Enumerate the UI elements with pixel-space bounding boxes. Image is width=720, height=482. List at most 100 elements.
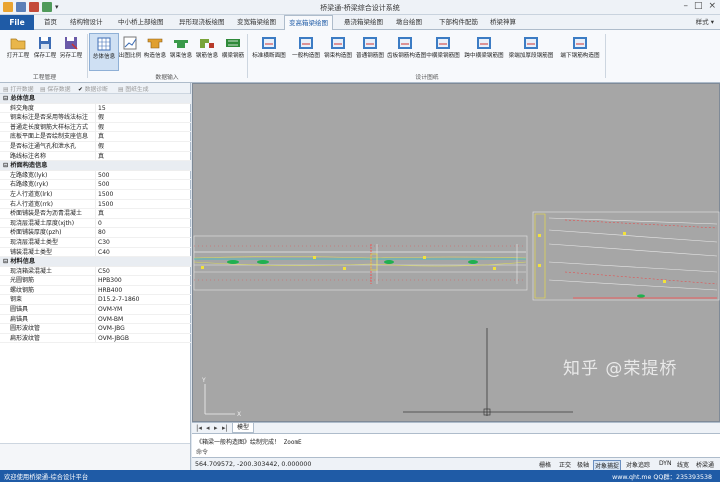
command-window[interactable]: 《箱梁一般构造图》绘制完成！ ZoomE 命令 (192, 433, 720, 457)
property-value[interactable]: D15.2-7-1860 (96, 295, 139, 304)
open-project-button[interactable]: 打开工程 (3, 33, 33, 71)
property-category[interactable]: ⊟ 桥面构造信息 (0, 161, 191, 171)
property-key: 圆锚具 (0, 305, 96, 314)
data-check-button[interactable]: ✔ 数据诊断 (78, 84, 108, 93)
tab-small-bridge[interactable]: 中小桥上部绘图 (114, 15, 168, 30)
property-value[interactable]: 真 (96, 132, 104, 141)
property-value[interactable]: 80 (96, 228, 106, 237)
save-as-project-button[interactable]: 另存工程 (56, 33, 86, 71)
property-row[interactable]: 桥面铺装厚度(pzh) 80 (0, 228, 191, 238)
property-row[interactable]: 底板平面上是否绘制支座信息真 (0, 132, 191, 142)
property-value[interactable]: 真 (96, 152, 104, 161)
save-data-button[interactable]: ▤ 保存数据 (40, 84, 71, 93)
property-value[interactable]: C30 (96, 238, 110, 247)
property-value[interactable]: 1500 (96, 190, 113, 199)
property-value[interactable]: 500 (96, 180, 109, 189)
property-value[interactable]: 假 (96, 113, 104, 122)
property-value[interactable]: C50 (96, 267, 110, 276)
property-value[interactable]: HPB300 (96, 276, 122, 285)
minimize-icon[interactable]: – (683, 1, 688, 11)
tab-model[interactable]: 模型 (232, 423, 255, 433)
tab-special-slab[interactable]: 异形现浇板绘图 (175, 15, 229, 30)
maximize-icon[interactable]: □ (694, 1, 703, 11)
property-row[interactable]: 右人行道宽(rrk) 1500 (0, 199, 191, 210)
tab-bridge-calc[interactable]: 桥梁神算 (486, 15, 520, 30)
property-row[interactable]: 圆形波纹管 OVM-JBG (0, 324, 191, 334)
property-row[interactable]: 现浇层混凝土厚度(xjth) 0 (0, 218, 191, 229)
lineweight-toggle[interactable]: 线宽 (676, 460, 690, 469)
property-row[interactable]: 扁锚具 OVM-BM (0, 314, 191, 325)
tab-variable-height[interactable]: 变高箱梁绘图 (284, 15, 333, 30)
open-data-button[interactable]: ▤ 打开数据 (3, 84, 34, 93)
tab-cantilever[interactable]: 悬浇箱梁绘图 (340, 15, 387, 30)
dyn-toggle[interactable]: DYN (658, 460, 672, 467)
last-tab-icon[interactable]: ▸| (222, 424, 228, 432)
property-value[interactable]: HRB400 (96, 286, 122, 295)
standard-section-drawing-button[interactable]: 标准横断面图 (251, 33, 287, 71)
property-row[interactable]: 左人行道宽(lrk) 1500 (0, 189, 191, 200)
rebar-drawing-button[interactable]: 普通钢筋图 (354, 33, 386, 71)
property-row[interactable]: 圆锚具 OVM-YM (0, 305, 191, 315)
property-value[interactable]: 0 (96, 219, 102, 228)
grid-toggle[interactable]: 栅格 (538, 460, 552, 469)
property-value[interactable]: OVM-JBGB (96, 334, 129, 343)
property-value[interactable]: OVM-BM (96, 315, 123, 324)
property-value[interactable]: 真 (96, 209, 104, 218)
property-row[interactable]: 钢束标注是否采用等线法标注假 (0, 113, 191, 123)
ortho-toggle[interactable]: 正交 (558, 460, 572, 469)
prev-tab-icon[interactable]: ◂ (206, 424, 210, 432)
property-row[interactable]: 斜交角度 15 (0, 103, 191, 114)
status-contact: www.qht.me QQ群：235393538 (612, 474, 712, 481)
crossbeam-rebar-button[interactable]: 横梁钢筋 (218, 33, 248, 71)
tab-pier-abutment[interactable]: 墩台绘图 (392, 15, 426, 30)
polar-toggle[interactable]: 极轴 (576, 460, 590, 469)
property-row[interactable]: 现浇层混凝土类型 C30 (0, 237, 191, 248)
property-value[interactable]: OVM-YM (96, 305, 122, 314)
mid-crossbeam-drawing-button[interactable]: 中横梁钢筋图 (425, 33, 461, 71)
beam-end-rebar-drawing-button[interactable]: 梁端加厚段钢筋图 (508, 33, 554, 71)
file-menu-button[interactable]: File (0, 15, 34, 30)
anchor-block-drawing-button[interactable]: 齿板钢筋构造图 (387, 33, 426, 71)
property-value[interactable]: OVM-JBG (96, 324, 125, 333)
command-prompt[interactable]: 命令 (196, 447, 208, 456)
property-row[interactable]: 右路缘宽(ryk) 500 (0, 180, 191, 190)
tab-substructure-rebar[interactable]: 下部构件配筋 (435, 15, 482, 30)
property-value[interactable]: 500 (96, 171, 109, 180)
property-row[interactable]: 螺纹钢筋 HRB400 (0, 285, 191, 296)
folder-icon (10, 35, 26, 51)
property-value[interactable]: 假 (96, 123, 104, 132)
property-category[interactable]: ⊟ 材料信息 (0, 257, 191, 267)
property-row[interactable]: 铺装混凝土类型 C40 (0, 247, 191, 258)
app-toggle[interactable]: 桥梁通 (695, 460, 715, 469)
generate-drawing-button[interactable]: ▤ 图纸生成 (118, 84, 149, 93)
property-row[interactable]: 左路缘宽(lyk) 500 (0, 170, 191, 181)
property-value[interactable]: 1500 (96, 200, 113, 209)
property-category[interactable]: ⊟ 总体信息 (0, 94, 191, 104)
tab-structure-design[interactable]: 结构物设计 (66, 15, 107, 30)
property-row[interactable]: 是否标注通气孔和泄水孔假 (0, 141, 191, 152)
property-value[interactable]: 15 (96, 104, 106, 113)
property-row[interactable]: 普通走长度钢筋大样标注方式假 (0, 122, 191, 133)
tab-home[interactable]: 首页 (40, 15, 61, 30)
otrack-toggle[interactable]: 对象追踪 (625, 460, 651, 469)
drawing-canvas[interactable]: Y X 知乎 @荣提桥 (192, 83, 720, 422)
close-icon[interactable]: × (708, 1, 716, 11)
svg-text:X: X (237, 411, 241, 418)
tendon-drawing-button[interactable]: 钢束构造图 (322, 33, 354, 71)
span-crossbeam-drawing-button[interactable]: 跨中横梁钢筋图 (464, 33, 504, 71)
property-row[interactable]: 路线标注名称真 (0, 151, 191, 162)
property-row[interactable]: 桥面铺装是否为沥青混凝土真 (0, 209, 191, 219)
property-row[interactable]: 光圆钢筋 HPB300 (0, 276, 191, 286)
property-row[interactable]: 扁形波纹管 OVM-JBGB (0, 333, 191, 344)
first-tab-icon[interactable]: |◂ (196, 424, 202, 432)
end-rebar-drawing-button[interactable]: 端下钢筋构造图 (558, 33, 602, 71)
next-tab-icon[interactable]: ▸ (214, 424, 218, 432)
style-menu[interactable]: 样式 ▾ (696, 15, 714, 30)
property-row[interactable]: 现浇箱梁混凝土 C50 (0, 266, 191, 277)
property-value[interactable]: 假 (96, 142, 104, 151)
crosshair-cursor (403, 328, 573, 416)
tab-variable-width[interactable]: 变宽箱梁绘图 (233, 15, 280, 30)
property-value[interactable]: C40 (96, 248, 110, 257)
general-drawing-button[interactable]: 一般构造图 (290, 33, 322, 71)
property-row[interactable]: 钢束 D15.2-7-1860 (0, 295, 191, 306)
